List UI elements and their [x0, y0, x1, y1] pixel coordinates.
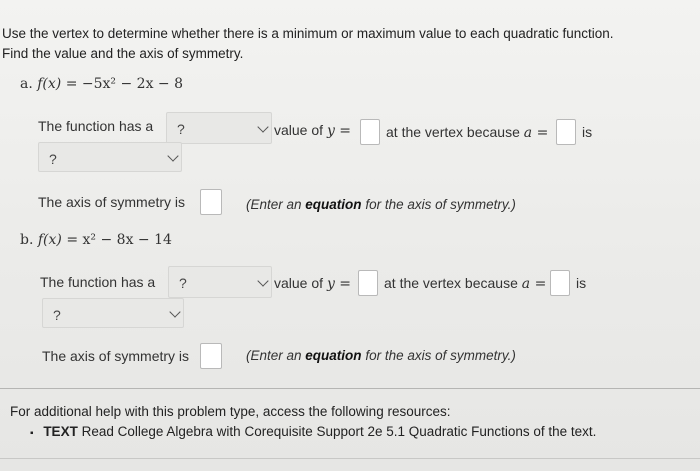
- part-b-is-label: is: [576, 275, 587, 291]
- chevron-down-icon: [257, 275, 269, 287]
- part-a-a-value-input[interactable]: [556, 119, 576, 145]
- part-a-hint-prefix: (Enter an: [246, 197, 302, 212]
- part-a-axis-hint: (Enter an equation for the axis of symme…: [246, 197, 516, 212]
- part-b-label: b.: [20, 232, 34, 248]
- chevron-down-icon: [167, 150, 179, 162]
- part-b-function-name: f(x): [37, 232, 62, 248]
- part-a-y-variable: y =: [326, 123, 352, 139]
- bullet-icon: ▪: [30, 428, 34, 439]
- part-b-function-has-label: The function has a: [40, 274, 156, 290]
- part-b-axis-input[interactable]: [200, 343, 222, 369]
- part-b-vertex-text: at the vertex because: [384, 275, 518, 291]
- resource-type: TEXT: [43, 424, 78, 439]
- part-b-vertex-label: at the vertex because a =: [384, 275, 546, 292]
- part-a-label: a.: [20, 76, 33, 92]
- part-b-reason-dropdown[interactable]: ?: [42, 298, 184, 328]
- part-a-a-variable: a =: [523, 125, 549, 141]
- part-a-hint-suffix: for the axis of symmetry.): [365, 197, 516, 212]
- part-b-hint-suffix: for the axis of symmetry.): [365, 348, 516, 363]
- part-b-min-max-dropdown[interactable]: ?: [168, 266, 272, 298]
- part-b-axis-hint: (Enter an equation for the axis of symme…: [246, 348, 516, 363]
- part-b-value-of-text: value of: [274, 275, 324, 291]
- part-a-axis-label: The axis of symmetry is: [38, 194, 186, 210]
- part-b-hint-bold: equation: [305, 348, 362, 363]
- section-divider: [0, 388, 700, 389]
- part-b-function-expression: = x² − 8x − 14: [66, 232, 172, 248]
- part-b-min-max-placeholder: ?: [179, 275, 187, 291]
- part-a-function-name: f(x): [37, 76, 62, 92]
- part-a-heading: a. f(x) = −5x² − 2x − 8: [20, 76, 183, 92]
- part-a-reason-dropdown[interactable]: ?: [38, 142, 182, 172]
- bottom-divider: [0, 458, 700, 459]
- chevron-down-icon: [257, 121, 269, 133]
- instructions-line-2: Find the value and the axis of symmetry.: [2, 46, 244, 61]
- part-a-value-of-label: value of y =: [274, 122, 351, 139]
- part-a-vertex-label: at the vertex because a =: [386, 124, 548, 141]
- part-b-a-value-input[interactable]: [550, 270, 570, 296]
- part-a-value-of-text: value of: [274, 122, 324, 138]
- part-b-y-variable: y =: [326, 276, 352, 292]
- instructions-line-1: Use the vertex to determine whether ther…: [2, 26, 614, 41]
- part-a-hint-bold: equation: [305, 197, 362, 212]
- part-a-min-max-placeholder: ?: [177, 121, 185, 137]
- part-b-axis-label: The axis of symmetry is: [42, 348, 190, 364]
- part-b-a-variable: a =: [521, 276, 547, 292]
- part-a-axis-input[interactable]: [200, 189, 222, 215]
- part-a-reason-placeholder: ?: [49, 151, 57, 167]
- part-b-hint-prefix: (Enter an: [246, 348, 302, 363]
- part-a-min-max-dropdown[interactable]: ?: [166, 112, 272, 144]
- resource-item: ▪ TEXT Read College Algebra with Corequi…: [30, 424, 596, 439]
- resource-link[interactable]: Read College Algebra with Corequisite Su…: [82, 424, 597, 439]
- part-b-reason-placeholder: ?: [53, 307, 61, 323]
- part-a-vertex-text: at the vertex because: [386, 124, 520, 140]
- part-a-function-has-label: The function has a: [38, 118, 154, 134]
- part-b-y-value-input[interactable]: [358, 270, 378, 296]
- part-a-is-label: is: [582, 124, 593, 140]
- part-a-function-expression: = −5x² − 2x − 8: [65, 76, 184, 92]
- part-b-heading: b. f(x) = x² − 8x − 14: [20, 232, 172, 248]
- instructions: Use the vertex to determine whether ther…: [2, 24, 614, 64]
- chevron-down-icon: [169, 306, 181, 318]
- part-a-y-value-input[interactable]: [360, 119, 380, 145]
- part-b-value-of-label: value of y =: [274, 275, 351, 292]
- question-page: Use the vertex to determine whether ther…: [0, 0, 700, 471]
- help-text: For additional help with this problem ty…: [10, 404, 451, 419]
